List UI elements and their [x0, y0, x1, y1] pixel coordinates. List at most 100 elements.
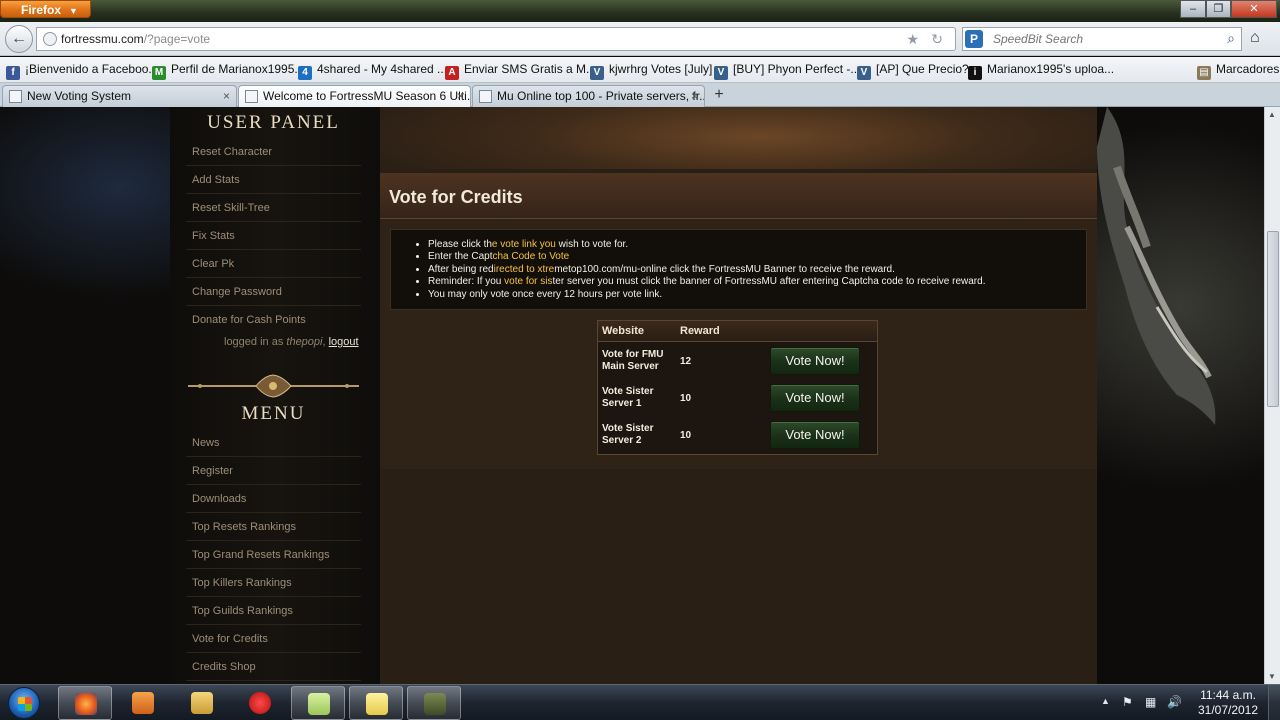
scroll-up-icon[interactable]: ▲	[1268, 110, 1276, 119]
bookmark-perfil[interactable]: M Perfil de Marianox1995...	[152, 62, 304, 80]
show-desktop-button[interactable]	[1268, 685, 1280, 720]
taskbar-notes[interactable]	[291, 686, 345, 720]
column-header-reward: Reward	[680, 325, 720, 337]
vote-now-button-main[interactable]: Vote Now!	[770, 347, 860, 375]
sidebar-item-donate[interactable]: Donate for Cash Points	[186, 307, 361, 334]
folder-icon	[191, 692, 213, 714]
instruction-item: Enter the Captcha Code to Vote	[428, 251, 985, 263]
sidebar-item-add-stats[interactable]: Add Stats	[186, 167, 361, 194]
close-tab-icon[interactable]: ×	[457, 89, 464, 103]
tab-label: New Voting System	[27, 89, 132, 103]
taskbar-3g-app[interactable]	[233, 686, 287, 720]
start-button[interactable]	[8, 687, 40, 719]
url-text[interactable]: fortressmu.com/?page=vote	[61, 32, 210, 46]
taskbar-sticky[interactable]	[349, 686, 403, 720]
firefox-icon	[75, 693, 97, 715]
logged-in-label: logged in as	[224, 336, 284, 348]
vote-site-name: Vote Sister Server 2	[602, 423, 654, 446]
window-titlebar: Firefox ▼ – ❐ ✕	[0, 0, 1280, 22]
back-button[interactable]: ←	[5, 25, 33, 53]
tab-bar: New Voting System × Welcome to FortressM…	[0, 83, 1280, 107]
column-header-website: Website	[602, 325, 644, 337]
bookmark-sms[interactable]: A Enviar SMS Gratis a M...	[445, 62, 596, 80]
reload-icon[interactable]: ↻	[931, 31, 943, 48]
bookmark-facebook[interactable]: f ¡Bienvenido a Faceboo...	[6, 62, 158, 80]
new-tab-button[interactable]: +	[707, 85, 731, 106]
bookmarks-menu[interactable]: ▤ Marcadores	[1197, 62, 1279, 80]
sidebar-item-vote-for-credits[interactable]: Vote for Credits	[186, 626, 361, 653]
bookmark-4shared[interactable]: 4 4shared - My 4shared ...	[298, 62, 447, 80]
tray-expand-icon[interactable]: ▲	[1101, 696, 1110, 706]
vote-site-name: Vote for FMU Main Server	[602, 349, 664, 372]
header-banner	[380, 107, 1097, 169]
bookmark-label: Perfil de Marianox1995...	[171, 62, 305, 76]
tab-voting-system[interactable]: New Voting System ×	[2, 85, 237, 107]
close-tab-icon[interactable]: ×	[223, 89, 230, 103]
vote-now-button-sister-2[interactable]: Vote Now!	[770, 421, 860, 449]
sidebar-item-reset-character[interactable]: Reset Character	[186, 139, 361, 166]
bookmark-star-icon[interactable]: ★	[906, 31, 919, 48]
taskbar-firefox[interactable]	[58, 686, 112, 720]
bookmark-label: Enviar SMS Gratis a M...	[464, 62, 597, 76]
sidebar-item-register[interactable]: Register	[186, 458, 361, 485]
instruction-item: Please click the vote link you wish to v…	[428, 239, 985, 251]
tab-mu-top100[interactable]: Mu Online top 100 - Private servers, fr.…	[472, 85, 705, 107]
home-icon[interactable]: ⌂	[1250, 29, 1260, 47]
vote-reward: 12	[680, 356, 692, 367]
sidebar-item-reset-skill-tree[interactable]: Reset Skill-Tree	[186, 195, 361, 222]
forum-icon: V	[590, 66, 604, 80]
search-input[interactable]	[993, 32, 1213, 46]
taskbar-explorer[interactable]	[175, 686, 229, 720]
sidebar-item-top-guilds[interactable]: Top Guilds Rankings	[186, 598, 361, 625]
search-bar[interactable]: P ⌕	[962, 27, 1242, 51]
scrollbar-thumb[interactable]	[1267, 231, 1279, 407]
system-clock[interactable]: 11:44 a.m. 31/07/2012	[1193, 688, 1263, 718]
close-window-button[interactable]: ✕	[1231, 0, 1277, 18]
sidebar-item-fix-stats[interactable]: Fix Stats	[186, 223, 361, 250]
game-icon	[424, 693, 446, 715]
notes-icon	[366, 693, 388, 715]
bookmark-precio[interactable]: V [AP] Que Precio?	[857, 62, 969, 80]
instruction-item: You may only vote once every 12 hours pe…	[428, 289, 985, 301]
sidebar-item-credits-shop[interactable]: Credits Shop	[186, 654, 361, 681]
scroll-down-icon[interactable]: ▼	[1268, 672, 1276, 681]
bookmark-kjwrhrg[interactable]: Vkjwrhrg Votes [July]	[590, 62, 712, 80]
firefox-menu-button[interactable]: Firefox ▼	[0, 0, 91, 18]
facebook-icon: f	[6, 66, 20, 80]
sidebar-item-change-password[interactable]: Change Password	[186, 279, 361, 306]
sidebar-item-downloads[interactable]: Downloads	[186, 486, 361, 513]
bookmark-label: ¡Bienvenido a Faceboo...	[25, 62, 159, 76]
sidebar-item-clear-pk[interactable]: Clear Pk	[186, 251, 361, 278]
page-scrollbar[interactable]: ▲ ▼	[1264, 107, 1280, 684]
navigation-toolbar: ← fortressmu.com/?page=vote ★ ↻ P ⌕ ⌂	[0, 22, 1280, 56]
armor-artwork-icon	[1097, 107, 1216, 425]
action-center-icon[interactable]: ⚑	[1122, 695, 1138, 709]
taskbar-game[interactable]	[407, 686, 461, 720]
bookmark-uploads[interactable]: i Marianox1995's uploa...	[968, 62, 1114, 80]
sidebar-item-news[interactable]: News	[186, 430, 361, 457]
maximize-button[interactable]: ❐	[1206, 0, 1231, 18]
sidebar-item-top-resets[interactable]: Top Resets Rankings	[186, 514, 361, 541]
sidebar-item-top-killers[interactable]: Top Killers Rankings	[186, 570, 361, 597]
network-icon[interactable]: ▦	[1145, 695, 1161, 709]
vote-now-button-sister-1[interactable]: Vote Now!	[770, 384, 860, 412]
instructions-list: Please click the vote link you wish to v…	[428, 239, 985, 301]
site-icon: M	[152, 66, 166, 80]
logout-link[interactable]: logout	[329, 336, 359, 348]
address-bar[interactable]: fortressmu.com/?page=vote ★ ↻	[36, 27, 956, 51]
search-icon[interactable]: ⌕	[1227, 30, 1235, 47]
vote-table: Website Reward Vote for FMU Main Server …	[597, 320, 878, 455]
close-tab-icon[interactable]: ×	[691, 89, 698, 103]
bookmark-phyon[interactable]: V [BUY] Phyon Perfect -...	[714, 62, 860, 80]
vote-reward: 10	[680, 393, 692, 404]
tab-fortressmu[interactable]: Welcome to FortressMU Season 6 Ulti... ×	[238, 85, 471, 107]
sidebar-item-top-grand-resets[interactable]: Top Grand Resets Rankings	[186, 542, 361, 569]
search-engine-icon[interactable]: P	[965, 30, 983, 48]
bookmark-label: [AP] Que Precio?	[876, 62, 969, 76]
taskbar-media-player[interactable]	[116, 686, 170, 720]
bookmark-label: [BUY] Phyon Perfect -...	[733, 62, 861, 76]
taskbar: ▲ ⚑ ▦ 🔊 11:44 a.m. 31/07/2012	[0, 684, 1280, 720]
url-path: /?page=vote	[143, 32, 211, 46]
minimize-button[interactable]: –	[1180, 0, 1206, 18]
volume-icon[interactable]: 🔊	[1167, 695, 1183, 709]
